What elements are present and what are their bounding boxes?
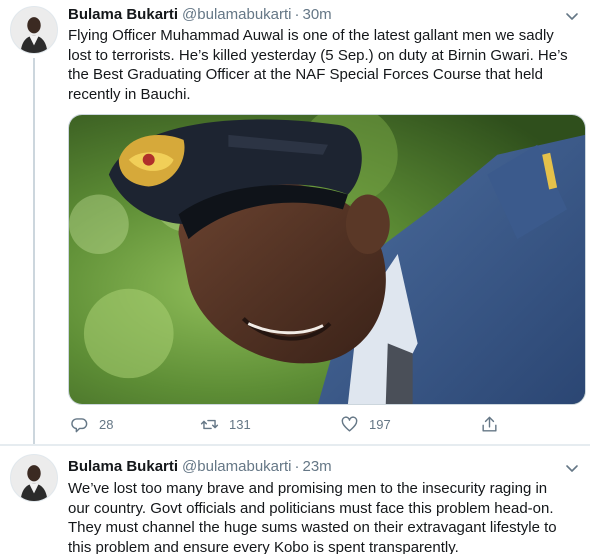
reply-count: 28 (99, 416, 114, 432)
author-name[interactable]: Bulama Bukarti (68, 6, 178, 23)
tweet-actions: 28 131 197 (68, 412, 508, 436)
share-button[interactable] (480, 412, 499, 436)
retweet-button[interactable]: 131 (200, 412, 251, 436)
retweet-icon (200, 419, 219, 429)
avatar-image (11, 7, 57, 53)
thread-line (33, 58, 35, 446)
reply-button[interactable]: 28 (70, 412, 113, 436)
author-handle[interactable]: @bulamabukarti (182, 458, 291, 475)
chevron-down-icon[interactable] (564, 460, 580, 476)
chevron-down-icon[interactable] (564, 8, 580, 24)
tweet-timestamp[interactable]: 30m (303, 6, 332, 23)
reply-icon (71, 417, 88, 432)
retweet-count: 131 (229, 416, 251, 432)
tweet[interactable]: Bulama Bukarti @bulamabukarti · 23m We’ve l… (0, 446, 590, 554)
tweet-header: Bulama Bukarti @bulamabukarti · 30m (68, 5, 560, 25)
tweet-header: Bulama Bukarti @bulamabukarti · 23m (68, 457, 560, 477)
tweet-text: Flying Officer Muhammad Auwal is one of … (68, 27, 568, 103)
separator-dot: · (294, 458, 300, 475)
like-count: 197 (369, 416, 391, 432)
author-handle[interactable]: @bulamabukarti (182, 6, 291, 23)
author-name[interactable]: Bulama Bukarti (68, 458, 178, 475)
avatar[interactable] (10, 6, 58, 54)
separator-dot: · (294, 6, 300, 23)
share-icon (482, 416, 497, 432)
like-button[interactable]: 197 (340, 412, 391, 436)
avatar[interactable] (10, 454, 58, 502)
heart-icon (341, 415, 358, 432)
avatar-image (11, 455, 57, 501)
tweet-photo[interactable] (68, 114, 586, 405)
tweet[interactable]: Bulama Bukarti @bulamabukarti · 30m Flying … (0, 0, 590, 446)
tweet-timestamp[interactable]: 23m (303, 458, 332, 475)
officer-photo-image (69, 115, 585, 404)
tweet-text: We’ve lost too many brave and promising … (68, 480, 557, 554)
